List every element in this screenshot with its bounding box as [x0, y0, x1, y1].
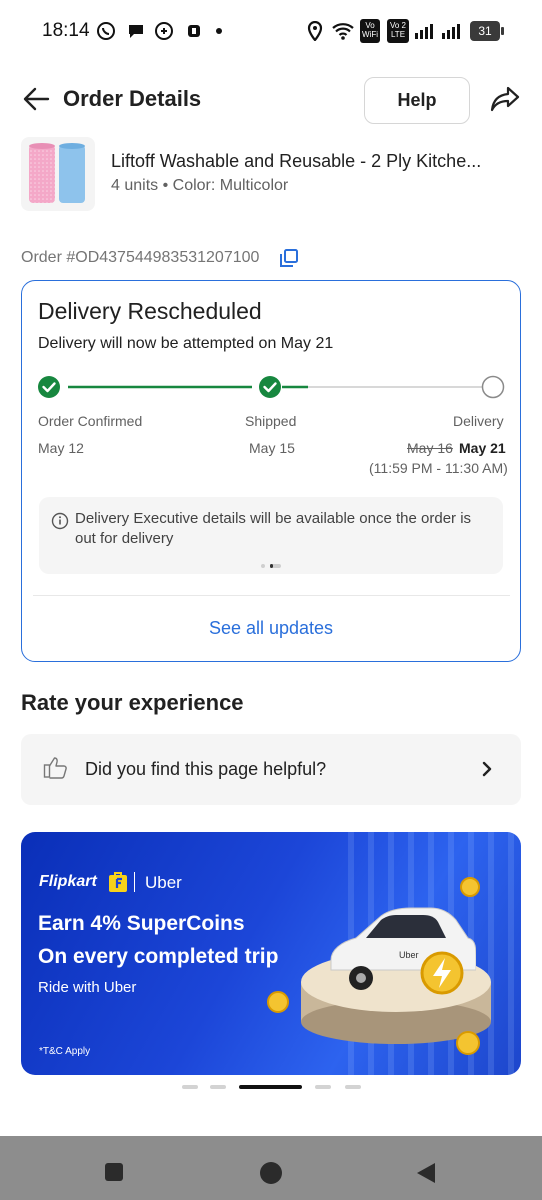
back-arrow-icon[interactable]: [22, 86, 50, 117]
chat-icon: [125, 20, 147, 42]
rate-section-title: Rate your experience: [21, 690, 244, 715]
small-coin-icon: [267, 991, 289, 1013]
small-coin-icon: [456, 1031, 480, 1055]
order-id: Order #OD437544983531207100: [21, 249, 260, 266]
step-new-date-delivery: May 21: [459, 440, 506, 456]
carousel-dot[interactable]: [182, 1085, 198, 1089]
banner-headline: Earn 4% SuperCoins: [38, 912, 245, 935]
product-image[interactable]: [21, 137, 95, 211]
product-meta: 4 units • Color: Multicolor: [111, 177, 289, 194]
step-delivery-pending-icon: [481, 375, 505, 399]
uber-logo-text: Uber: [145, 873, 182, 892]
vowifi-indicator: Vo WiFi: [360, 19, 380, 43]
whatsapp-icon: [95, 20, 117, 42]
svg-text:Uber: Uber: [399, 950, 419, 960]
more-notifications-dot-icon: [208, 20, 230, 42]
step-order-confirmed-check-icon: [38, 376, 60, 398]
volte-indicator: Vo 2 LTE: [387, 19, 409, 43]
battery-indicator: 31: [470, 21, 504, 41]
banner-subtext: Ride with Uber: [38, 979, 137, 996]
step-date-order-confirmed: May 12: [38, 440, 84, 456]
delivery-status-subtitle: Delivery will now be attempted on May 21: [38, 335, 334, 352]
product-name[interactable]: Liftoff Washable and Reusable - 2 Ply Ki…: [111, 151, 526, 172]
delivery-status-title: Delivery Rescheduled: [38, 298, 262, 324]
step-old-date-delivery: May 16: [407, 440, 453, 456]
page-helpful-question: Did you find this page helpful?: [85, 759, 327, 779]
supercoin-icon: [420, 951, 464, 995]
share-icon[interactable]: [490, 86, 520, 117]
step-date-shipped: May 15: [249, 440, 295, 456]
status-bar: 18:14 Vo WiFi Vo 2 LTE 31: [0, 0, 542, 64]
thumbs-up-icon: [43, 755, 69, 784]
carousel-dot-active[interactable]: [239, 1085, 302, 1089]
carousel-dot[interactable]: [345, 1085, 361, 1089]
back-icon[interactable]: [415, 1161, 437, 1190]
delivery-progress-tracker: [38, 375, 505, 399]
delivery-executive-info-text: Delivery Executive details will be avail…: [75, 510, 472, 547]
see-all-updates-link[interactable]: See all updates: [21, 618, 521, 639]
chevron-right-icon: [481, 760, 493, 783]
banner-logo-divider: [134, 872, 135, 892]
app-notification-icon: [183, 20, 205, 42]
step-shipped-check-icon: [259, 376, 281, 398]
flipkart-logo-icon: [108, 871, 128, 898]
status-time: 18:14: [42, 20, 90, 41]
small-coin-icon: [460, 877, 480, 897]
banner-headline-2: On every completed trip: [38, 945, 279, 968]
signal-strength-2-icon: [441, 20, 463, 42]
carousel-dot[interactable]: [315, 1085, 331, 1089]
card-divider: [33, 595, 510, 596]
location-icon: [304, 20, 326, 42]
wifi-icon: [332, 20, 354, 42]
step-label-shipped: Shipped: [245, 413, 297, 429]
info-pager-dots: [260, 556, 284, 574]
help-button[interactable]: Help: [364, 77, 470, 124]
home-icon[interactable]: [259, 1161, 283, 1190]
step-label-order-confirmed: Order Confirmed: [38, 413, 143, 429]
whatsapp-business-icon: [153, 20, 175, 42]
copy-icon[interactable]: [280, 249, 298, 272]
info-icon: [51, 512, 69, 535]
step-label-delivery: Delivery: [453, 413, 504, 429]
flipkart-logo-text: Flipkart: [39, 873, 97, 890]
step-delivery-time-window: (11:59 PM - 11:30 AM): [369, 460, 508, 476]
signal-strength-icon: [414, 20, 436, 42]
page-title: Order Details: [63, 86, 202, 111]
banner-terms: *T&C Apply: [39, 1046, 91, 1057]
carousel-dot[interactable]: [210, 1085, 226, 1089]
recent-apps-icon[interactable]: [104, 1162, 124, 1187]
